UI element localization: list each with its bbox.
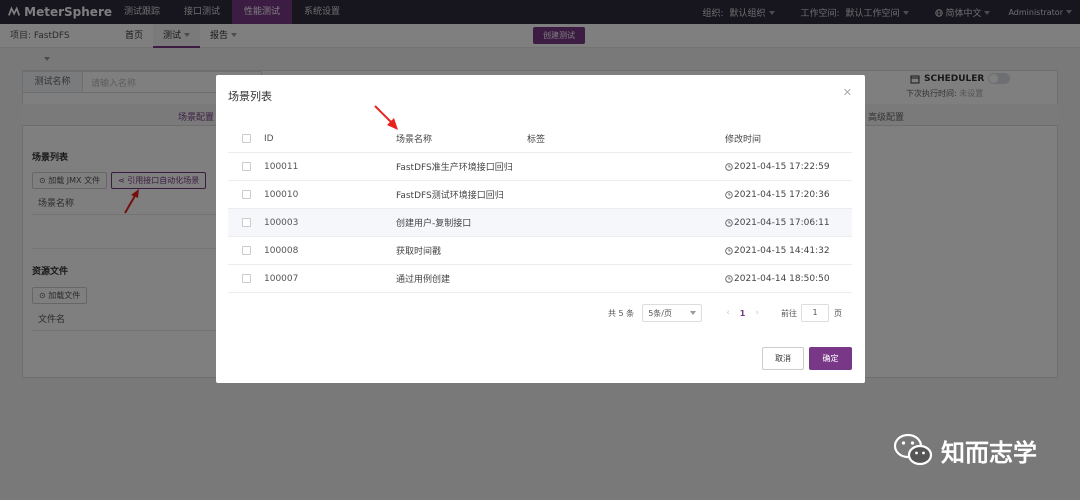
row-id: 100010 xyxy=(264,189,299,200)
column-header-id[interactable]: ID xyxy=(264,134,396,144)
clock-icon xyxy=(725,162,733,171)
row-checkbox[interactable] xyxy=(241,218,251,227)
chevron-down-icon xyxy=(690,311,697,315)
row-scene-name: 通过用例创建 xyxy=(396,275,451,285)
row-checkbox[interactable] xyxy=(241,274,251,283)
row-modified-time: 2021-04-15 17:20:36 xyxy=(725,190,852,200)
select-all-checkbox[interactable] xyxy=(241,134,251,143)
column-header-tags[interactable]: 标签 xyxy=(527,132,725,145)
clock-icon xyxy=(725,190,733,199)
goto-page-input[interactable]: 1 xyxy=(800,304,829,322)
goto-unit-label: 页 xyxy=(833,308,842,318)
clock-icon xyxy=(725,274,733,283)
next-page-icon[interactable]: › xyxy=(755,308,759,318)
row-modified-time: 2021-04-15 14:41:32 xyxy=(725,246,852,256)
row-modified-time: 2021-04-14 18:50:50 xyxy=(725,274,852,284)
table-row[interactable]: 100010 FastDFS测试环境接口回归 2021-04-15 17:20:… xyxy=(228,181,852,209)
watermark: 知而志学 xyxy=(893,432,1037,468)
row-scene-name: 创建用户-复制接口 xyxy=(396,219,472,229)
cancel-button[interactable]: 取消 xyxy=(762,347,804,370)
page-number-current[interactable]: 1 xyxy=(740,309,746,318)
row-modified-time: 2021-04-15 17:06:11 xyxy=(725,218,852,228)
row-scene-name: FastDFS测试环境接口回归 xyxy=(396,191,504,201)
pagination-total: 共 5 条 xyxy=(608,308,635,318)
row-id: 100011 xyxy=(264,161,299,172)
table-header: ID 场景名称 标签 修改时间 xyxy=(228,125,852,153)
row-modified-time: 2021-04-15 17:22:59 xyxy=(725,162,852,172)
clock-icon xyxy=(725,246,733,255)
scene-table: ID 场景名称 标签 修改时间 100011 FastDFS准生产环境接口回归 … xyxy=(228,125,852,293)
row-id: 100008 xyxy=(264,245,299,256)
watermark-text: 知而志学 xyxy=(941,438,1037,467)
close-icon[interactable]: ✕ xyxy=(843,86,852,99)
column-header-modified[interactable]: 修改时间 xyxy=(725,132,852,145)
page-size-select[interactable]: 5条/页 xyxy=(642,304,703,322)
table-row[interactable]: 100011 FastDFS准生产环境接口回归 2021-04-15 17:22… xyxy=(228,153,852,181)
goto-label: 前往 xyxy=(780,308,797,318)
annotation-arrow-icon xyxy=(374,105,398,130)
confirm-button[interactable]: 确定 xyxy=(809,347,852,370)
table-row[interactable]: 100003 创建用户-复制接口 2021-04-15 17:06:11 xyxy=(228,209,852,237)
row-id: 100003 xyxy=(264,217,299,228)
prev-page-icon[interactable]: ‹ xyxy=(726,308,730,318)
row-scene-name: 获取时间戳 xyxy=(396,247,442,257)
row-checkbox[interactable] xyxy=(241,246,251,255)
table-row[interactable]: 100008 获取时间戳 2021-04-15 14:41:32 xyxy=(228,237,852,265)
scene-list-dialog: 场景列表 ✕ ID 场景名称 标签 修改时间 100011 FastDFS准生产… xyxy=(216,75,865,383)
row-scene-name: FastDFS准生产环境接口回归 xyxy=(396,163,513,173)
dialog-title: 场景列表 xyxy=(228,90,272,103)
pagination: 共 5 条 5条/页 ‹ 1 › 前往 1 页 xyxy=(608,304,842,322)
row-checkbox[interactable] xyxy=(241,162,251,171)
row-checkbox[interactable] xyxy=(241,190,251,199)
column-header-name[interactable]: 场景名称 xyxy=(396,132,527,145)
table-row[interactable]: 100007 通过用例创建 2021-04-14 18:50:50 xyxy=(228,265,852,293)
clock-icon xyxy=(725,218,733,227)
wechat-icon xyxy=(893,433,933,466)
row-id: 100007 xyxy=(264,273,299,284)
